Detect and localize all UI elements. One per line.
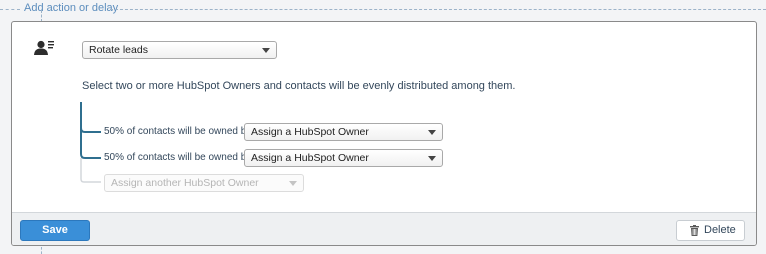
action-card-body: Rotate leads Select two or more HubSpot … (12, 22, 756, 212)
add-action-link[interactable]: Add action or delay (24, 2, 118, 14)
chevron-down-icon (289, 181, 297, 186)
add-owner-select[interactable]: Assign another HubSpot Owner (104, 174, 304, 192)
divider (110, 9, 766, 10)
owner-share-label: 50% of contacts will be owned by (104, 152, 252, 163)
action-type-select[interactable]: Rotate leads (82, 41, 277, 59)
save-button[interactable]: Save (20, 220, 90, 241)
lead-rotation-icon (34, 40, 54, 55)
delete-label: Delete (704, 224, 736, 236)
owner-share-label: 50% of contacts will be owned by (104, 126, 252, 137)
chevron-down-icon (428, 130, 436, 135)
delete-button[interactable]: Delete (676, 220, 745, 241)
add-action-bar[interactable]: Add action or delay (0, 0, 766, 20)
chevron-down-icon (428, 156, 436, 161)
action-type-value: Rotate leads (89, 44, 148, 56)
connector-line (41, 247, 42, 254)
action-card: Rotate leads Select two or more HubSpot … (11, 21, 757, 246)
action-description: Select two or more HubSpot Owners and co… (82, 80, 516, 92)
owner-select[interactable]: Assign a HubSpot Owner (244, 123, 443, 141)
owner-select[interactable]: Assign a HubSpot Owner (244, 149, 443, 167)
owner-select-value: Assign a HubSpot Owner (251, 126, 369, 138)
add-owner-placeholder: Assign another HubSpot Owner (111, 177, 259, 189)
trash-icon (690, 225, 699, 236)
owner-select-value: Assign a HubSpot Owner (251, 152, 369, 164)
chevron-down-icon (262, 48, 270, 53)
action-card-footer: Save Delete (12, 212, 756, 245)
divider (0, 9, 20, 10)
